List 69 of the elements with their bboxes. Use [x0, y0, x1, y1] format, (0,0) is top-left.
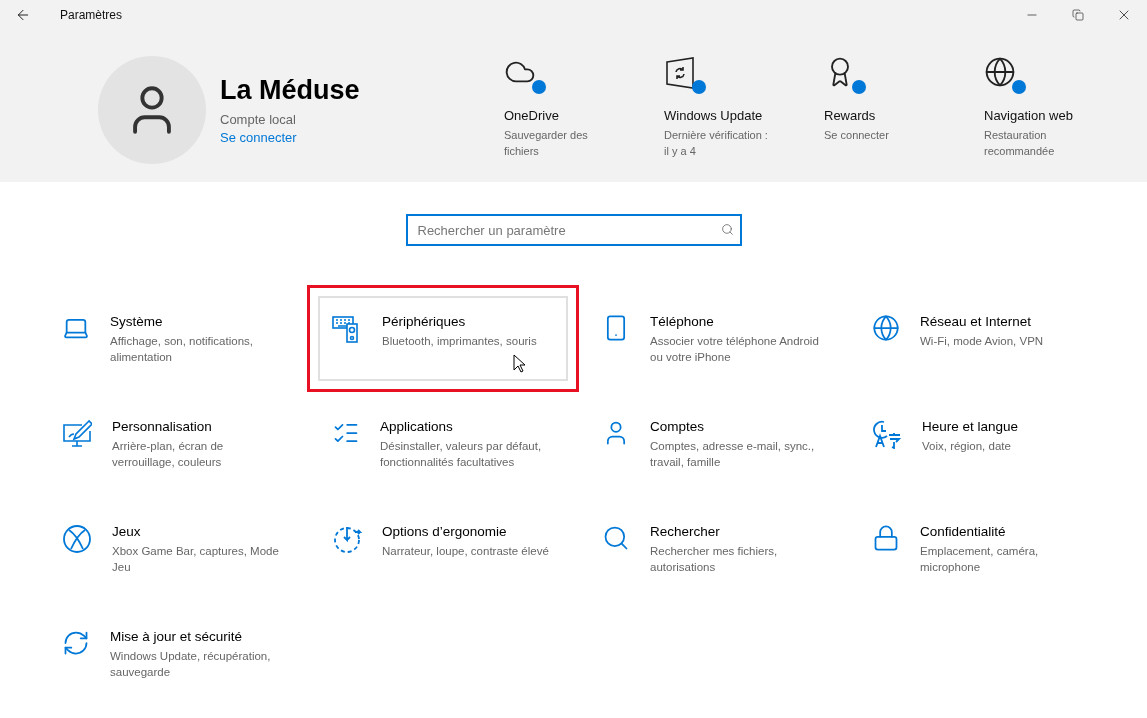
lock-icon: [872, 524, 900, 552]
settings-tile[interactable]: Mise à jour et sécurité Windows Update, récupération, sauvegarde: [37, 600, 309, 707]
tile-title: Jeux: [112, 524, 142, 539]
shortcut-title[interactable]: Navigation web: [984, 108, 1073, 123]
globe-icon: [872, 314, 900, 342]
tile-description: Désinstaller, valeurs par défaut, fonctionnalités facultatives: [380, 439, 543, 470]
tile-description: Xbox Game Bar, captures, Mode Jeu: [112, 544, 280, 575]
back-arrow-icon: [15, 7, 31, 23]
tile-description: Bluetooth, imprimantes, souris: [382, 334, 537, 349]
settings-tile[interactable]: Confidentialité Emplacement, caméra, microphone: [847, 495, 1119, 602]
tile-title: Applications: [380, 419, 454, 434]
mouse-pointer-icon: [513, 354, 526, 373]
tile-description: Arrière-plan, écran de verrouillage, couleurs: [112, 439, 225, 470]
tile-description: Voix, région, date: [922, 439, 1012, 454]
tile-title: Comptes: [650, 419, 706, 434]
tile-title: Personnalisation: [112, 419, 213, 434]
refresh-icon: [62, 629, 90, 657]
search-icon: [602, 524, 630, 552]
tile-title: Système: [110, 314, 164, 329]
tile-description: Narrateur, loupe, contraste élevé: [382, 544, 549, 559]
settings-tile[interactable]: Téléphone Associer votre téléphone Android ou votre iPhone: [577, 285, 849, 392]
window-title: Paramètres: [60, 8, 124, 22]
tile-description: Affichage, son, notifications, alimentation: [110, 334, 254, 365]
globe-icon: [984, 56, 1016, 88]
status-dot: [532, 80, 546, 94]
account-type: Compte local: [220, 112, 296, 127]
settings-tile[interactable]: Jeux Xbox Game Bar, captures, Mode Jeu: [37, 495, 309, 602]
tile-description: Wi-Fi, mode Avion, VPN: [920, 334, 1044, 349]
tile-title: Réseau et Internet: [920, 314, 1033, 329]
restore-icon: [1072, 9, 1084, 21]
status-dot: [1012, 80, 1026, 94]
settings-tile[interactable]: Système Affichage, son, notifications, alimentation: [37, 285, 309, 392]
settings-tile[interactable]: Réseau et Internet Wi-Fi, mode Avion, VPN: [847, 285, 1119, 392]
settings-tile[interactable]: Heure et langue Voix, région, date: [847, 390, 1119, 497]
dashed-clock-icon: [332, 524, 362, 554]
monitor-brush-icon: [62, 419, 92, 449]
tile-description: Comptes, adresse e-mail, sync., travail, famille: [650, 439, 816, 470]
settings-tile[interactable]: Périphériques Bluetooth, imprimantes, souris: [307, 285, 579, 392]
tile-description: Emplacement, caméra, microphone: [920, 544, 1040, 575]
tile-title: Téléphone: [650, 314, 715, 329]
tile-description: Rechercher mes fichiers, autorisations: [650, 544, 779, 575]
shortcut-subtitle: Sauvegarder des fichiers: [504, 128, 589, 159]
settings-tile[interactable]: Rechercher Rechercher mes fichiers, autorisations: [577, 495, 849, 602]
shortcut-title[interactable]: Windows Update: [664, 108, 763, 123]
tile-title: Heure et langue: [922, 419, 1019, 434]
shortcut-subtitle: Se connecter: [824, 128, 890, 143]
tile-title: Rechercher: [650, 524, 721, 539]
clock-letter-icon: [872, 419, 902, 449]
sign-in-link[interactable]: Se connecter: [220, 130, 297, 145]
shortcut-title[interactable]: OneDrive: [504, 108, 559, 123]
settings-tile[interactable]: Comptes Comptes, adresse e-mail, sync., travail, famille: [577, 390, 849, 497]
tile-title: Options d’ergonomie: [382, 524, 508, 539]
tile-title: Confidentialité: [920, 524, 1007, 539]
tile-title: Périphériques: [382, 314, 467, 329]
tile-description: Windows Update, récupération, sauvegarde: [110, 649, 272, 680]
account-name: La Méduse: [220, 75, 360, 106]
shortcut-subtitle: Dernière vérification : il y a 4: [664, 128, 769, 159]
search-icon: [720, 223, 734, 236]
settings-tile[interactable]: Options d’ergonomie Narrateur, loupe, contraste élevé: [307, 495, 579, 602]
shortcut-title[interactable]: Rewards: [824, 108, 876, 123]
settings-tile[interactable]: Personnalisation Arrière-plan, écran de verrouillage, couleurs: [37, 390, 309, 497]
status-dot: [692, 80, 706, 94]
settings-tile[interactable]: Applications Désinstaller, valeurs par défaut, fonctionnalités facultatives: [307, 390, 579, 497]
tile-description: Associer votre téléphone Android ou votre iPhone: [650, 334, 820, 365]
xbox-icon: [62, 524, 92, 554]
tile-title: Mise à jour et sécurité: [110, 629, 244, 644]
status-dot: [852, 80, 866, 94]
search-field[interactable]: Rechercher un paramètre: [405, 214, 742, 246]
shortcut-subtitle: Restauration recommandée: [984, 128, 1056, 159]
